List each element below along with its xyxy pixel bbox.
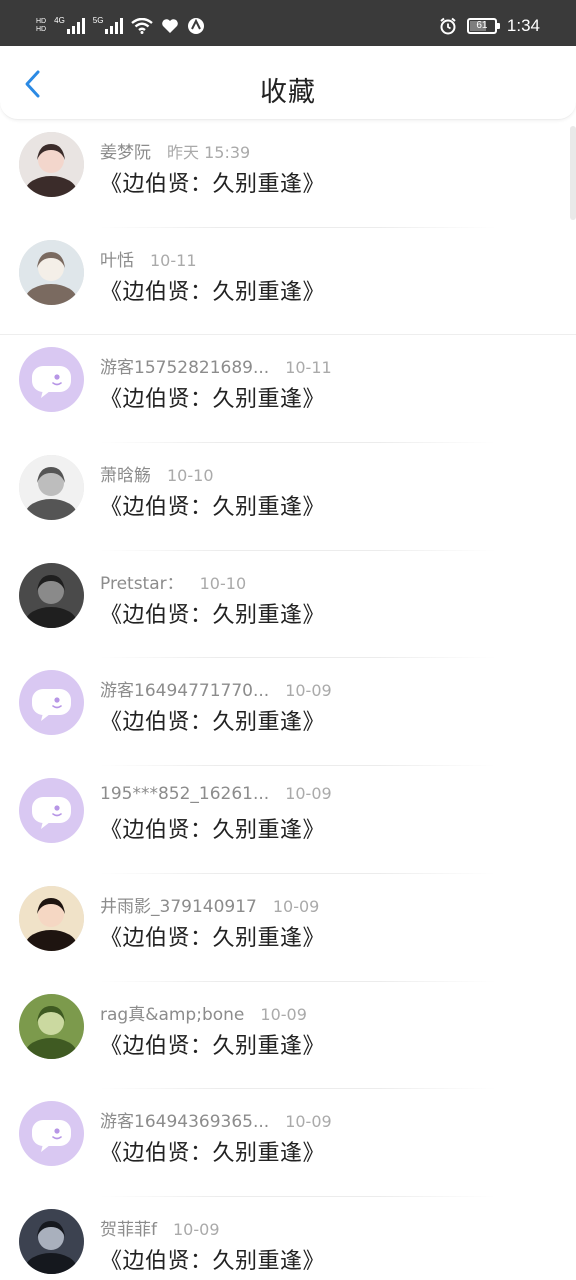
timestamp: 10-09 — [285, 784, 332, 804]
item-meta: Pretstar： 10-10 — [100, 569, 246, 594]
timestamp: 10-09 — [285, 681, 332, 701]
avatar-photo — [19, 239, 84, 305]
story-title[interactable]: 《边伯贤：久别重逢》 — [100, 274, 325, 306]
hd-indicator: HD HD — [36, 18, 47, 33]
avatar[interactable] — [19, 239, 84, 305]
item-meta: 游客15752821689... 10-11 — [100, 353, 332, 378]
timestamp: 10-09 — [272, 896, 320, 916]
battery-level: 61 — [476, 20, 488, 31]
nav-bar: 收藏 — [0, 46, 576, 120]
page-title: 收藏 — [260, 77, 316, 108]
user-name[interactable]: rag真&amp;bone — [100, 1000, 244, 1025]
list-item[interactable]: 195***852_16261... 10-09 《边伯贤：久别重逢》 — [0, 766, 576, 874]
chat-bubble-icon — [32, 1120, 71, 1153]
status-left: HD HD 4G 5G — [36, 14, 205, 38]
list-item[interactable]: 姜梦阮 昨天 15:39 《边伯贤：久别重逢》 — [0, 120, 576, 228]
avatar[interactable] — [19, 562, 84, 628]
item-meta: 井雨影_379140917 10-09 — [100, 892, 319, 917]
list-item[interactable]: 游客16494369365... 10-09 《边伯贤：久别重逢》 — [0, 1089, 576, 1197]
story-title[interactable]: 《边伯贤：久别重逢》 — [100, 1135, 325, 1167]
list-item[interactable]: rag真&amp;bone 10-09 《边伯贤：久别重逢》 — [0, 982, 576, 1090]
chat-bubble-icon — [32, 366, 71, 399]
avatar-photo — [19, 455, 84, 521]
list-item[interactable]: 井雨影_379140917 10-09 《边伯贤：久别重逢》 — [0, 874, 576, 982]
timestamp: 10-10 — [199, 573, 247, 593]
list-item[interactable]: 贺菲菲f 10-09 《边伯贤：久别重逢》 — [0, 1197, 576, 1280]
user-name[interactable]: Pretstar： — [100, 569, 184, 594]
avatar-photo — [19, 1208, 84, 1274]
user-name[interactable]: 姜梦阮 — [100, 138, 151, 163]
status-time: 1:34 — [506, 16, 540, 35]
list-item[interactable]: 叶恬 10-11 《边伯贤：久别重逢》 — [0, 228, 576, 336]
user-name[interactable]: 井雨影_379140917 — [100, 892, 257, 917]
avatar-photo — [19, 562, 84, 628]
timestamp: 10-10 — [167, 466, 214, 486]
status-bar: HD HD 4G 5G 61 1:34 — [0, 0, 576, 46]
default-avatar[interactable] — [19, 778, 84, 844]
avatar-photo — [19, 885, 84, 951]
timestamp: 昨天 15:39 — [167, 143, 251, 162]
item-meta: rag真&amp;bone 10-09 — [100, 1000, 307, 1025]
item-meta: 195***852_16261... 10-09 — [100, 784, 332, 804]
user-name[interactable]: 贺菲菲f — [100, 1215, 157, 1240]
app-badge-icon — [188, 18, 205, 34]
status-right: 61 1:34 — [439, 14, 540, 38]
default-avatar[interactable] — [19, 670, 84, 736]
list-item[interactable]: 萧晗觞 10-10 《边伯贤：久别重逢》 — [0, 443, 576, 551]
item-meta: 游客16494369365... 10-09 — [100, 1107, 332, 1132]
avatar[interactable] — [19, 455, 84, 521]
item-meta: 姜梦阮 昨天 15:39 — [100, 138, 250, 163]
story-title[interactable]: 《边伯贤：久别重逢》 — [100, 704, 325, 736]
signal-icon-2 — [105, 18, 124, 34]
timestamp: 10-09 — [285, 1112, 332, 1132]
story-title[interactable]: 《边伯贤：久别重逢》 — [100, 1028, 325, 1060]
timestamp: 10-09 — [173, 1219, 220, 1239]
user-name[interactable]: 叶恬 — [100, 246, 134, 271]
story-title[interactable]: 《边伯贤：久别重逢》 — [100, 597, 325, 629]
story-title[interactable]: 《边伯贤：久别重逢》 — [100, 920, 325, 952]
heart-icon — [162, 19, 179, 33]
user-name[interactable]: 游客16494369365... — [100, 1107, 269, 1132]
avatar[interactable] — [19, 1208, 84, 1274]
signal-icon — [66, 18, 85, 34]
story-title[interactable]: 《边伯贤：久别重逢》 — [100, 1243, 325, 1275]
story-title[interactable]: 《边伯贤：久别重逢》 — [100, 489, 325, 521]
story-title[interactable]: 《边伯贤：久别重逢》 — [100, 812, 325, 844]
alarm-icon — [440, 17, 456, 35]
network-type-2: 5G — [92, 15, 104, 25]
story-title[interactable]: 《边伯贤：久别重逢》 — [100, 381, 325, 413]
avatar[interactable] — [19, 885, 84, 951]
item-meta: 游客16494771770... 10-09 — [100, 676, 332, 701]
list-item[interactable]: Pretstar： 10-10 《边伯贤：久别重逢》 — [0, 551, 576, 659]
timestamp: 10-11 — [150, 250, 197, 270]
wifi-icon — [131, 18, 154, 34]
story-title[interactable]: 《边伯贤：久别重逢》 — [100, 166, 325, 198]
chat-bubble-icon — [32, 797, 71, 830]
user-name[interactable]: 195***852_16261... — [100, 784, 269, 804]
list-item[interactable]: 游客16494771770... 10-09 《边伯贤：久别重逢》 — [0, 658, 576, 767]
item-meta: 萧晗觞 10-10 — [100, 461, 214, 486]
avatar[interactable] — [19, 132, 84, 197]
default-avatar[interactable] — [19, 347, 84, 413]
network-type-1: 4G — [54, 15, 65, 25]
avatar-photo — [19, 132, 84, 197]
chat-bubble-icon — [32, 689, 71, 722]
user-name[interactable]: 游客16494771770... — [100, 676, 269, 701]
timestamp: 10-09 — [260, 1004, 307, 1024]
item-meta: 叶恬 10-11 — [100, 246, 197, 271]
user-name[interactable]: 萧晗觞 — [100, 461, 151, 486]
default-avatar[interactable] — [19, 1101, 84, 1167]
avatar-photo — [19, 993, 84, 1059]
item-meta: 贺菲菲f 10-09 — [100, 1215, 220, 1240]
timestamp: 10-11 — [285, 358, 332, 378]
avatar[interactable] — [19, 993, 84, 1059]
battery-icon: 61 — [466, 18, 500, 34]
favorites-list: 姜梦阮 昨天 15:39 《边伯贤：久别重逢》 叶恬 10-11 《边伯贤：久别重逢》 游客… — [0, 120, 576, 1280]
user-name[interactable]: 游客15752821689... — [100, 353, 269, 378]
list-item[interactable]: 游客15752821689... 10-11 《边伯贤：久别重逢》 — [0, 335, 576, 444]
